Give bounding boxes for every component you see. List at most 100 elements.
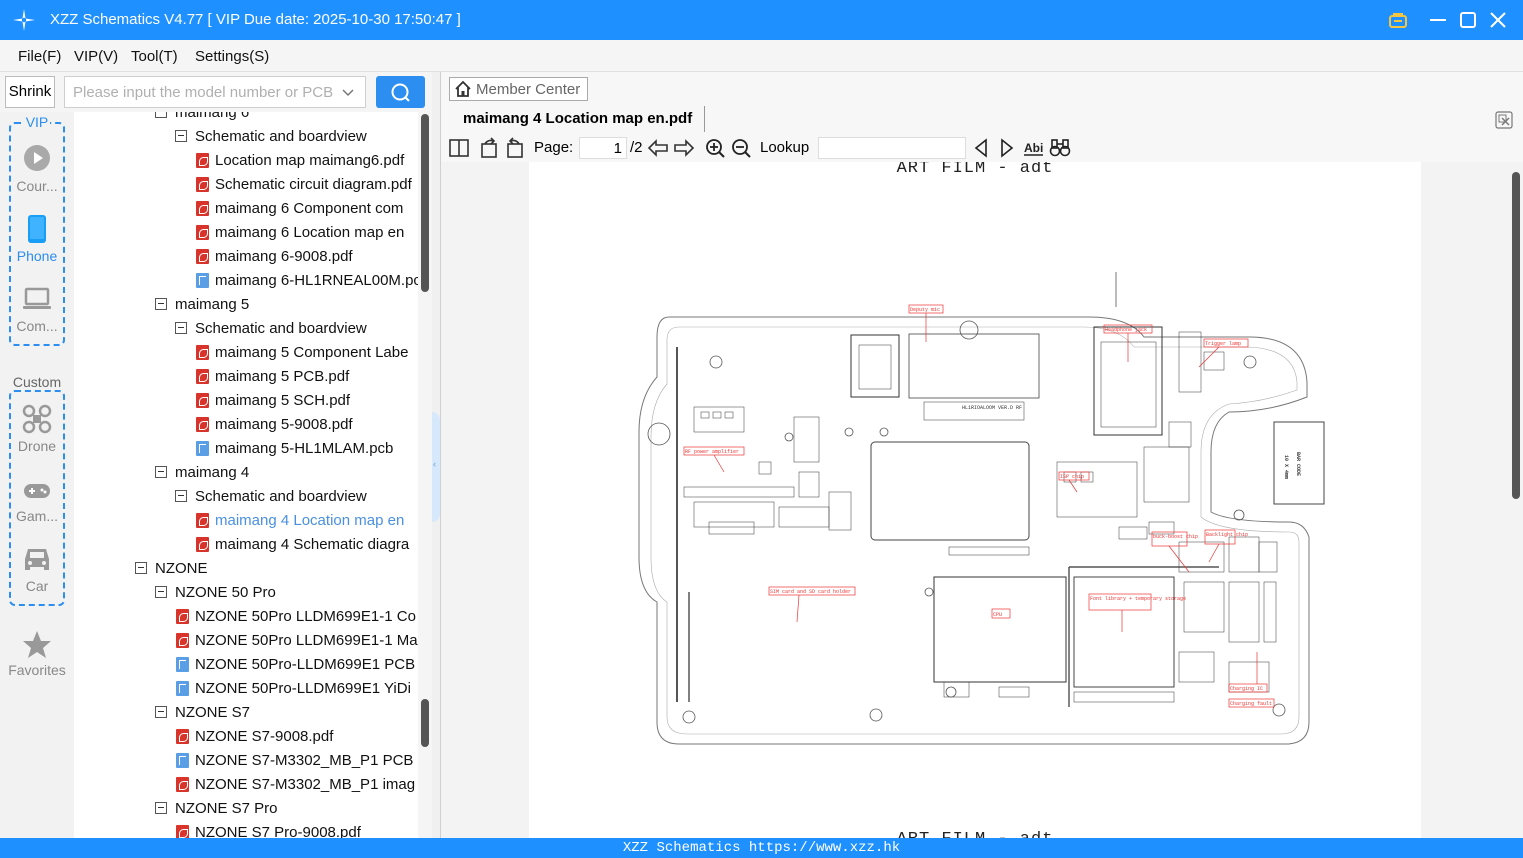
tree-file-item[interactable]: maimang 5 SCH.pdf [196, 388, 350, 412]
pdf-file-icon [196, 176, 209, 192]
tree-folder[interactable]: Schematic and boardview [175, 484, 367, 508]
shrink-button[interactable]: Shrink [5, 76, 55, 108]
collapse-toggle-icon[interactable] [175, 490, 187, 502]
tree-file-item[interactable]: maimang 5-HL1MLAM.pcb [196, 436, 393, 460]
drone-icon [22, 404, 52, 434]
menu-vip[interactable]: VIP(V) [74, 48, 118, 65]
collapse-toggle-icon[interactable] [155, 298, 167, 310]
tree-file-item[interactable]: maimang 6-9008.pdf [196, 244, 353, 268]
rotate-left-icon[interactable] [479, 137, 499, 159]
svg-text:Headphone jack: Headphone jack [1105, 327, 1147, 333]
tree-file-item[interactable]: maimang 4 Location map en [196, 508, 404, 532]
tree-file-item[interactable]: maimang 5 PCB.pdf [196, 364, 349, 388]
panel-splitter[interactable]: ‹ [432, 72, 441, 838]
collapse-toggle-icon[interactable] [175, 130, 187, 142]
svg-text:Charging IC: Charging IC [1230, 686, 1263, 692]
tree-file-item[interactable]: Schematic circuit diagram.pdf [196, 172, 412, 196]
collapse-toggle-icon[interactable] [155, 706, 167, 718]
svg-text:HL1RIOALOOM VER.D RF: HL1RIOALOOM VER.D RF [962, 405, 1022, 411]
lock-icon[interactable] [1387, 9, 1409, 31]
tree-folder[interactable]: NZONE 50 Pro [155, 580, 276, 604]
tree-file-item[interactable]: maimang 4 Schematic diagra [196, 532, 409, 556]
vip-group-label: VIP [23, 114, 51, 130]
tree-file-item[interactable]: Location map maimang6.pdf [196, 148, 404, 172]
tree-scrollbar[interactable] [418, 112, 432, 838]
menu-settings[interactable]: Settings(S) [195, 48, 269, 65]
collapse-toggle-icon[interactable] [155, 466, 167, 478]
tree-item-label: Location map maimang6.pdf [215, 151, 405, 169]
collapse-toggle-icon[interactable] [155, 802, 167, 814]
previous-page-icon[interactable] [647, 137, 669, 159]
svg-text:RF power amplifier: RF power amplifier [685, 449, 739, 455]
rotate-right-icon[interactable] [505, 137, 525, 159]
collapse-toggle-icon[interactable] [155, 112, 167, 118]
search-button[interactable] [376, 76, 425, 108]
tree-file-item[interactable]: maimang 6 Location map en [196, 220, 404, 244]
tree-file-item[interactable]: maimang 6-HL1RNEAL00M.pcb [196, 268, 418, 292]
menu-tool[interactable]: Tool(T) [131, 48, 178, 65]
pdf-page: ART FILM - adt HL1RIOALOOM VER.D RF Depu… [529, 162, 1421, 838]
tree-item-label: maimang 4 Schematic diagra [215, 535, 410, 553]
document-canvas[interactable]: ART FILM - adt HL1RIOALOOM VER.D RF Depu… [441, 162, 1523, 838]
tree-folder[interactable]: Schematic and boardview [175, 316, 367, 340]
next-page-icon[interactable] [673, 137, 695, 159]
document-scroll-thumb[interactable] [1512, 172, 1520, 499]
tree-item-label: NZONE 50Pro-LLDM699E1 PCB [195, 655, 416, 673]
pdf-file-icon [196, 368, 209, 384]
tree-scroll-thumb[interactable] [421, 114, 429, 292]
page-number-input[interactable] [579, 137, 627, 159]
zoom-in-icon[interactable] [705, 137, 725, 159]
minimize-icon[interactable] [1427, 9, 1449, 31]
tree-file-item[interactable]: NZONE S7-M3302_MB_P1 PCB I [176, 748, 418, 772]
tree-file-item[interactable]: maimang 5 Component Labe [196, 340, 408, 364]
board-location-map: HL1RIOALOOM VER.D RF Deputy mic Headphon… [638, 272, 1325, 745]
tree-scroll-thumb-lower[interactable] [421, 699, 429, 747]
close-icon[interactable] [1487, 9, 1509, 31]
tree-file-item[interactable]: NZONE 50Pro-LLDM699E1 YiDi [176, 676, 411, 700]
tree-file-item[interactable]: NZONE S7-M3302_MB_P1 imag [176, 772, 415, 796]
gamepad-icon [24, 484, 50, 498]
collapse-toggle-icon[interactable] [175, 322, 187, 334]
tree-file-item[interactable]: maimang 6 Component com [196, 196, 403, 220]
tree-file-item[interactable]: NZONE 50Pro LLDM699E1-1 Ma [176, 628, 418, 652]
tree-folder[interactable]: Schematic and boardview [175, 124, 367, 148]
car-icon [25, 549, 49, 570]
collapse-toggle-icon[interactable] [135, 562, 147, 574]
member-center-button[interactable]: Member Center [449, 77, 588, 101]
match-case-icon[interactable]: Abi [1023, 137, 1045, 159]
find-previous-icon[interactable] [973, 137, 989, 159]
collapse-handle[interactable]: ‹ [432, 412, 440, 522]
search-input[interactable] [66, 78, 336, 106]
close-tab-icon[interactable] [1495, 111, 1513, 129]
tree-file-item[interactable]: NZONE 50Pro-LLDM699E1 PCB [176, 652, 415, 676]
lookup-input[interactable] [818, 137, 966, 159]
tree-folder[interactable]: maimang 4 [155, 460, 249, 484]
tree-folder[interactable]: maimang 6 [155, 112, 249, 124]
binoculars-icon[interactable] [1049, 137, 1071, 159]
find-next-icon[interactable] [999, 137, 1015, 159]
menu-file[interactable]: File(F) [18, 48, 61, 65]
tree-folder[interactable]: NZONE S7 [155, 700, 250, 724]
zoom-out-icon[interactable] [731, 137, 751, 159]
chevron-left-icon: ‹ [433, 459, 436, 469]
tree-file-item[interactable]: maimang 5-9008.pdf [196, 412, 353, 436]
tree-folder[interactable]: NZONE S7 Pro [155, 796, 278, 820]
tab-document[interactable]: maimang 4 Location map en.pdf [451, 106, 706, 132]
tree-file-item[interactable]: NZONE 50Pro LLDM699E1-1 Co [176, 604, 416, 628]
document-scrollbar[interactable] [1509, 162, 1523, 838]
sidebar-toggle-icon[interactable] [449, 137, 469, 159]
tree-folder[interactable]: maimang 5 [155, 292, 249, 316]
pdf-file-icon [196, 392, 209, 408]
search-combo[interactable] [64, 76, 366, 108]
chevron-down-icon[interactable] [341, 86, 355, 100]
tree-folder[interactable]: NZONE [135, 556, 208, 580]
svg-text:ISP chip: ISP chip [1060, 474, 1084, 480]
tree-file-item[interactable]: NZONE S7-9008.pdf [176, 724, 333, 748]
svg-text:SIM card and SD card holder: SIM card and SD card holder [770, 589, 851, 595]
document-tabs: maimang 4 Location map en.pdf [441, 106, 1523, 134]
tree-file-item[interactable]: NZONE S7 Pro-9008.pdf [176, 820, 361, 838]
tree-item-label: maimang 5 SCH.pdf [215, 391, 351, 409]
collapse-toggle-icon[interactable] [155, 586, 167, 598]
pdf-file-icon [196, 200, 209, 216]
maximize-icon[interactable] [1457, 9, 1479, 31]
